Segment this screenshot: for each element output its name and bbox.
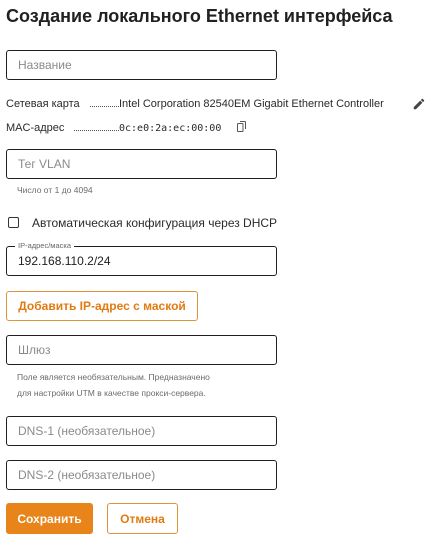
network-card-leader xyxy=(90,106,119,107)
dns2-input[interactable] xyxy=(7,461,276,489)
dhcp-label: Автоматическая конфигурация через DHCP xyxy=(32,216,278,230)
dns1-input[interactable] xyxy=(7,417,276,445)
page-title: Создание локального Ethernet интерфейса xyxy=(6,6,393,26)
vlan-hint: Число от 1 до 4094 xyxy=(17,185,93,195)
pencil-icon[interactable] xyxy=(412,97,426,111)
gateway-hint-line2: для настройки UTM в качестве прокси-серв… xyxy=(17,388,206,398)
network-card-row: Сетевая карта Intel Corporation 82540EM … xyxy=(6,97,406,111)
dns2-field[interactable] xyxy=(6,460,277,490)
ip-input[interactable] xyxy=(7,247,276,275)
vlan-field[interactable] xyxy=(6,149,277,179)
dhcp-checkbox[interactable] xyxy=(8,217,19,228)
network-card-value: Intel Corporation 82540EM Gigabit Ethern… xyxy=(119,98,384,110)
dhcp-option[interactable]: Автоматическая конфигурация через DHCP xyxy=(8,216,308,232)
gateway-field[interactable] xyxy=(6,335,277,365)
add-ip-button[interactable]: Добавить IP-адрес с маской xyxy=(6,291,198,321)
dns1-field[interactable] xyxy=(6,416,277,446)
gateway-input[interactable] xyxy=(7,336,276,364)
mac-label: MAC-адрес xyxy=(6,122,65,134)
mac-row: MAC-адрес 0c:e0:2a:ec:00:00 xyxy=(6,121,238,135)
mac-leader xyxy=(74,130,119,131)
ip-field[interactable]: IP-адрес/маска xyxy=(6,241,277,276)
save-button[interactable]: Сохранить xyxy=(6,503,93,534)
gateway-hint-line1: Поле является необязательным. Предназнач… xyxy=(17,372,210,382)
vlan-input[interactable] xyxy=(7,150,276,178)
network-card-label: Сетевая карта xyxy=(6,98,80,110)
name-field[interactable] xyxy=(6,50,277,80)
name-input[interactable] xyxy=(7,51,276,79)
mac-value: 0c:e0:2a:ec:00:00 xyxy=(119,123,222,134)
cancel-button[interactable]: Отмена xyxy=(107,503,178,534)
copy-icon[interactable] xyxy=(237,121,246,132)
